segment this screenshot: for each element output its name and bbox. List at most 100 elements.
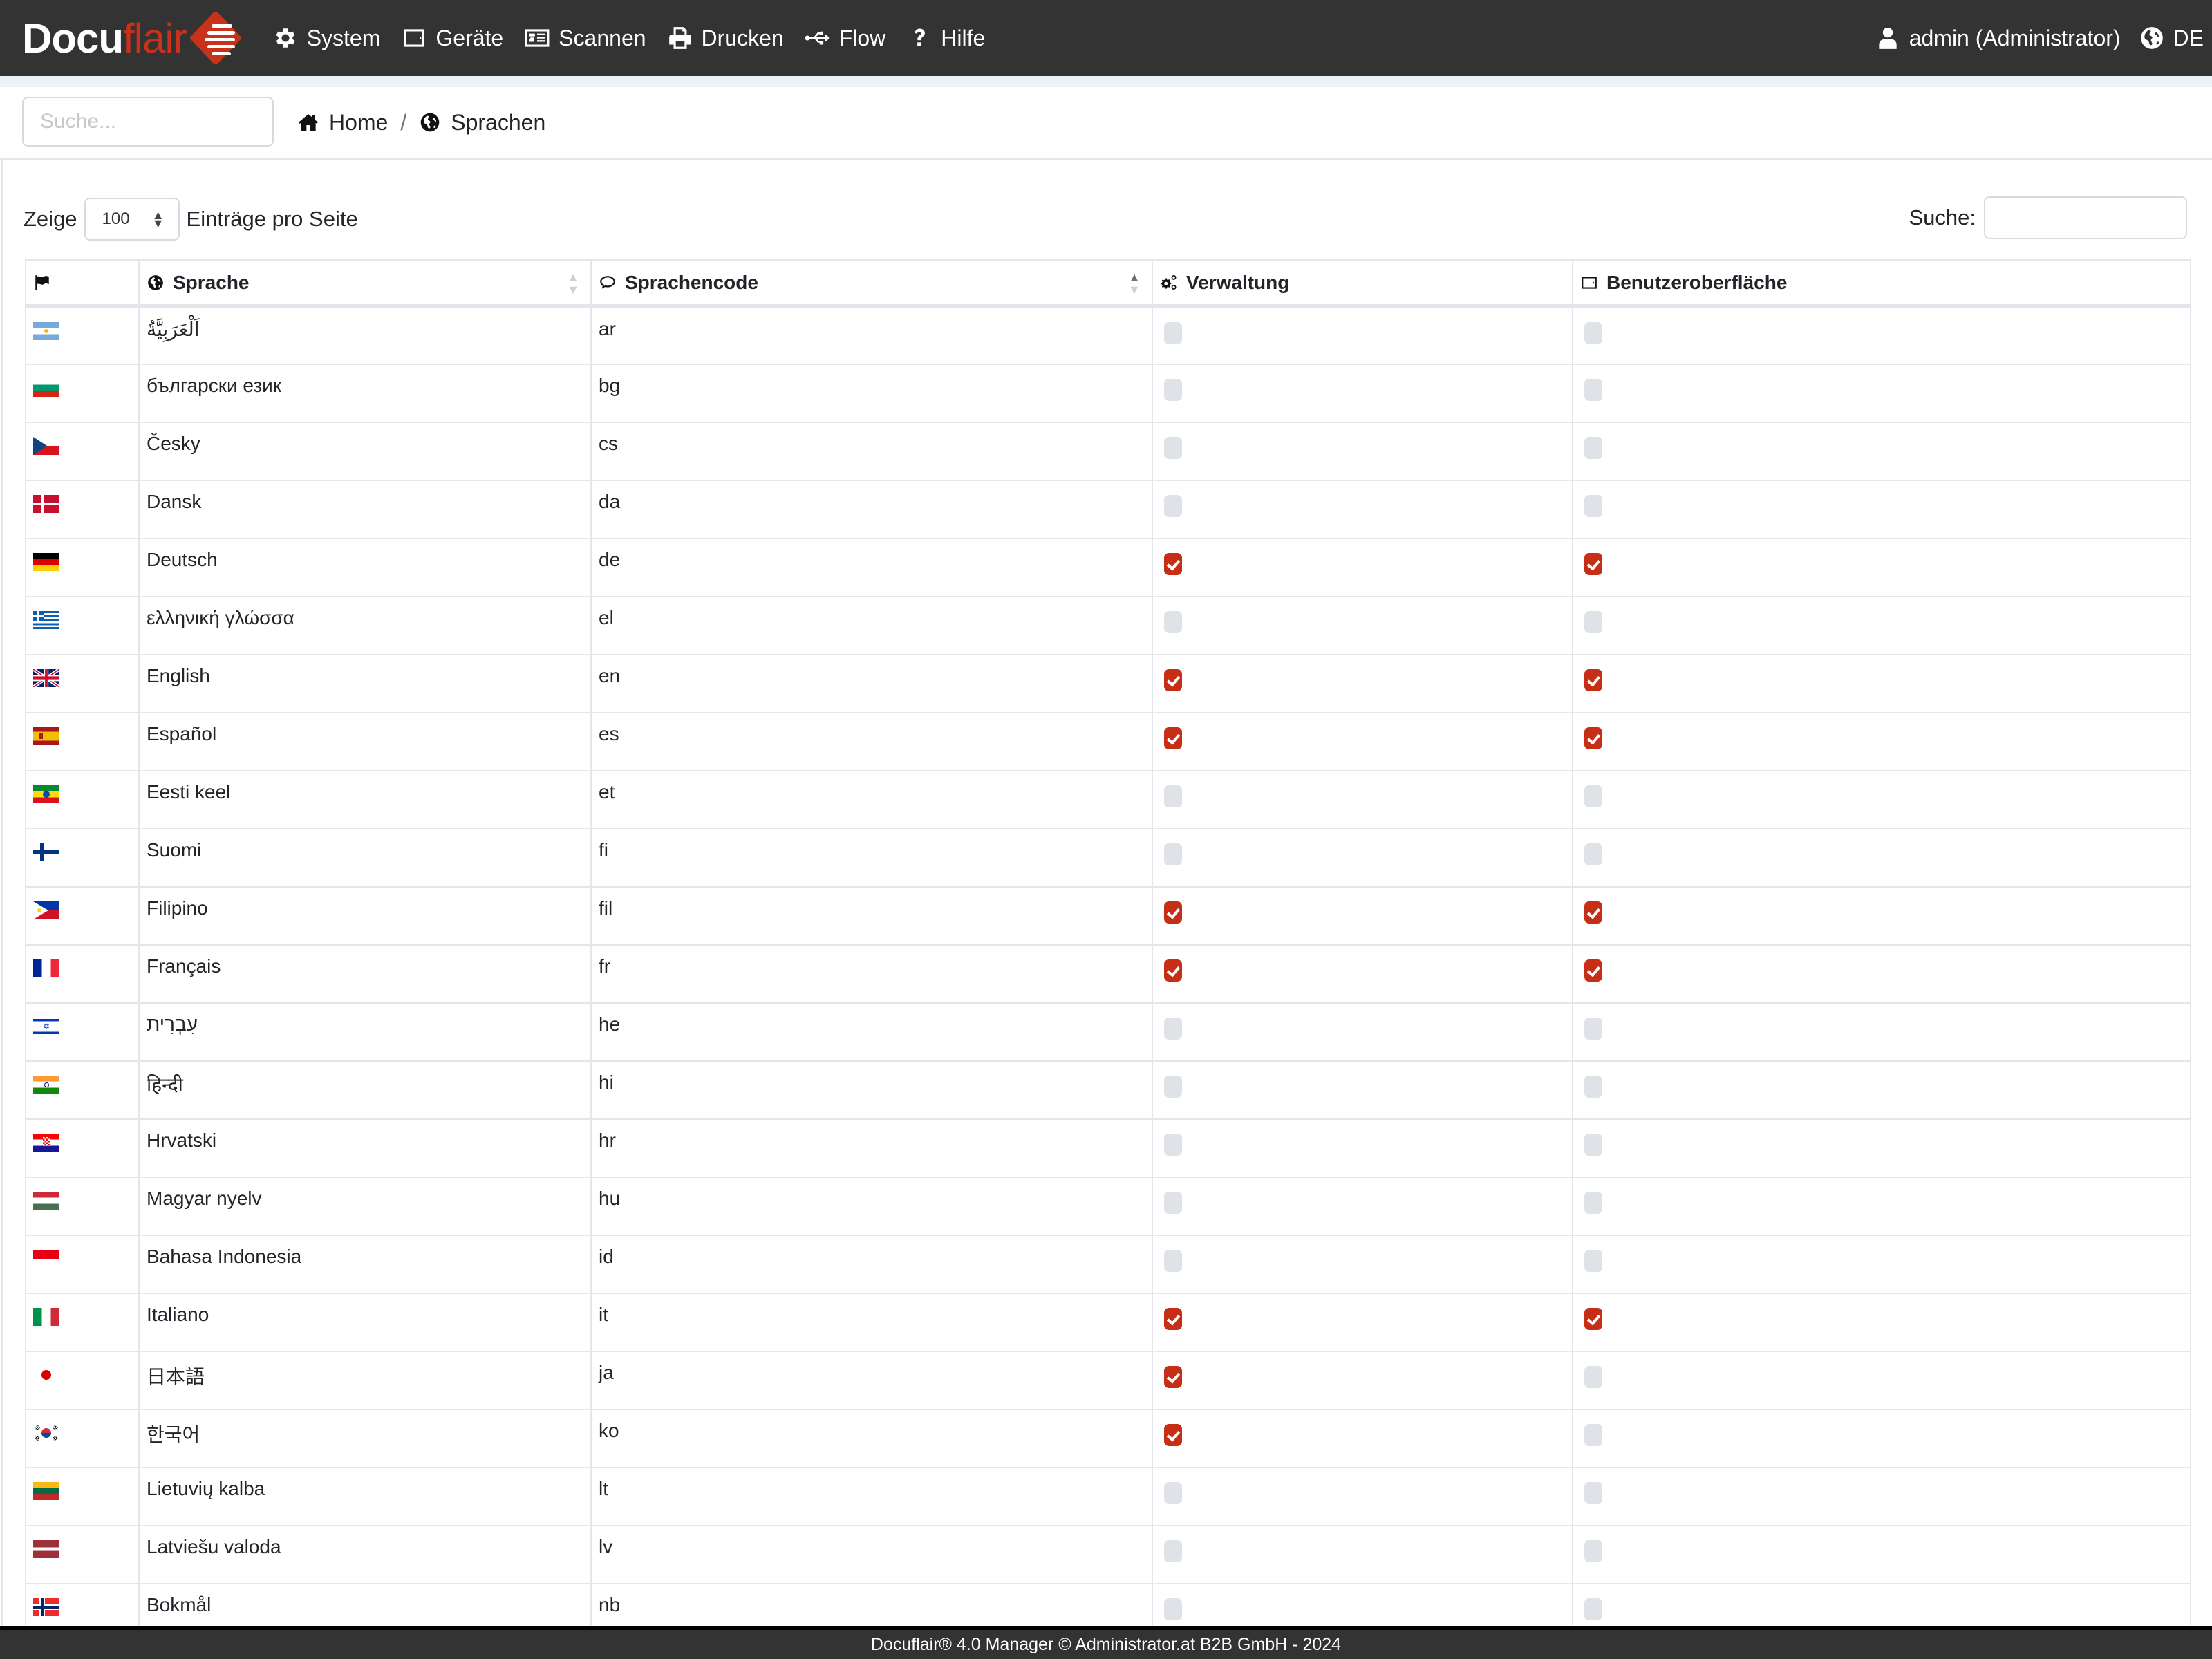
benutzeroberflaeche-checkbox[interactable] [1584,1366,1602,1388]
benutzeroberflaeche-checkbox[interactable] [1584,1192,1602,1214]
brand-name: Docuflair [22,15,187,62]
verwaltung-checkbox[interactable] [1164,669,1182,691]
column-header-flag [25,259,140,308]
benutzeroberflaeche-checkbox[interactable] [1584,843,1602,865]
benutzeroberflaeche-checkbox[interactable] [1584,1598,1602,1620]
benutzeroberflaeche-checkbox[interactable] [1584,1076,1602,1098]
benutzeroberflaeche-checkbox[interactable] [1584,785,1602,807]
verwaltung-checkbox[interactable] [1164,1134,1182,1156]
page-length-select[interactable]: 100 ▲ ▼ [84,198,180,241]
table-row: Suomi fi [25,828,2191,888]
user-icon [1879,27,1897,49]
globe-icon [2140,27,2163,49]
column-header-sprachencode[interactable]: Sprachencode ▲ ▼ [590,259,1153,308]
column-header-verwaltung: Verwaltung [1152,259,1573,308]
verwaltung-checkbox[interactable] [1164,727,1182,749]
language-code: nb [599,1594,621,1615]
breadcrumb-home[interactable]: Home [297,110,388,135]
verwaltung-checkbox[interactable] [1164,843,1182,865]
cell-verwaltung [1152,1002,1573,1062]
benutzeroberflaeche-checkbox[interactable] [1584,669,1602,691]
global-search-input[interactable] [22,97,274,147]
benutzeroberflaeche-checkbox[interactable] [1584,611,1602,633]
cell-verwaltung [1152,364,1573,423]
cell-flag [25,654,140,713]
nav-flow[interactable]: Flow [805,25,886,51]
cell-flag: ✡ [25,1002,140,1062]
flag-gb-icon [33,669,59,687]
cell-language-code: bg [590,364,1153,423]
verwaltung-checkbox[interactable] [1164,1308,1182,1330]
verwaltung-checkbox[interactable] [1164,1540,1182,1562]
verwaltung-checkbox[interactable] [1164,959,1182,982]
cell-flag [25,1583,140,1626]
benutzeroberflaeche-checkbox[interactable] [1584,495,1602,517]
verwaltung-checkbox[interactable] [1164,901,1182,924]
table-search-input[interactable] [1984,196,2187,239]
benutzeroberflaeche-checkbox[interactable] [1584,1540,1602,1562]
benutzeroberflaeche-checkbox[interactable] [1584,1134,1602,1156]
language-code: el [599,607,614,628]
verwaltung-checkbox[interactable] [1164,1482,1182,1504]
table-row: اَلْعَرَبِيَّةُ ar [25,306,2191,365]
page-footer: Docuflair® 4.0 Manager © Administrator.a… [0,1626,2212,1659]
cell-benutzeroberflaeche [1572,1002,2191,1062]
benutzeroberflaeche-checkbox[interactable] [1584,437,1602,459]
languages-table-body: اَلْعَرَبِيَّةُ ar български език bg Česky cs… [25,306,2191,1626]
cell-language-code: en [590,654,1153,713]
cell-language-name: Italiano [138,1293,592,1352]
brand-logo[interactable]: Docuflair [22,0,242,76]
language-name: Suomi [147,839,202,861]
language-menu[interactable]: DE [2139,25,2204,51]
cell-benutzeroberflaeche [1572,712,2191,771]
nav-hilfe-label: Hilfe [941,25,986,50]
flag-lv-icon [33,1540,59,1558]
verwaltung-checkbox[interactable] [1164,1018,1182,1040]
table-row: Eesti keel et [25,770,2191,830]
benutzeroberflaeche-checkbox[interactable] [1584,379,1602,401]
verwaltung-checkbox[interactable] [1164,1076,1182,1098]
benutzeroberflaeche-checkbox[interactable] [1584,1250,1602,1272]
language-name: Dansk [147,491,202,512]
nav-flow-label: Flow [838,25,886,50]
cell-language-code: fil [590,886,1153,946]
nav-hilfe[interactable]: Hilfe [906,25,985,51]
verwaltung-checkbox[interactable] [1164,1424,1182,1446]
nav-system[interactable]: System [272,25,380,51]
benutzeroberflaeche-checkbox[interactable] [1584,322,1602,344]
verwaltung-checkbox[interactable] [1164,1192,1182,1214]
nav-geraete[interactable]: Geräte [401,25,503,51]
language-name: български език [147,375,282,396]
verwaltung-checkbox[interactable] [1164,785,1182,807]
nav-scannen[interactable]: Scannen [524,25,646,51]
column-header-sprache[interactable]: Sprache ▲ ▼ [138,259,592,308]
cell-language-name: Česky [138,422,592,481]
benutzeroberflaeche-checkbox[interactable] [1584,1424,1602,1446]
verwaltung-checkbox[interactable] [1164,379,1182,401]
verwaltung-checkbox[interactable] [1164,611,1182,633]
benutzeroberflaeche-checkbox[interactable] [1584,1308,1602,1330]
language-name: Bokmål [147,1594,212,1615]
verwaltung-checkbox[interactable] [1164,437,1182,459]
verwaltung-checkbox[interactable] [1164,1250,1182,1272]
benutzeroberflaeche-checkbox[interactable] [1584,553,1602,575]
benutzeroberflaeche-checkbox[interactable] [1584,959,1602,982]
cell-benutzeroberflaeche [1572,1583,2191,1626]
nav-drucken[interactable]: Drucken [667,25,784,51]
cell-benutzeroberflaeche [1572,1177,2191,1236]
benutzeroberflaeche-checkbox[interactable] [1584,901,1602,924]
benutzeroberflaeche-checkbox[interactable] [1584,727,1602,749]
benutzeroberflaeche-checkbox[interactable] [1584,1482,1602,1504]
flag-in-icon [33,1076,59,1094]
verwaltung-checkbox[interactable] [1164,322,1182,344]
cell-language-name: Eesti keel [138,770,592,830]
verwaltung-checkbox[interactable] [1164,1598,1182,1620]
language-code: he [599,1013,621,1035]
user-menu[interactable]: admin (Administrator) [1875,25,2121,51]
verwaltung-checkbox[interactable] [1164,1366,1182,1388]
verwaltung-checkbox[interactable] [1164,495,1182,517]
languages-table: Sprache ▲ ▼ Sprachencode ▲ ▼ Verwaltung Be… [25,259,2191,1626]
language-code: ko [599,1420,619,1441]
benutzeroberflaeche-checkbox[interactable] [1584,1018,1602,1040]
verwaltung-checkbox[interactable] [1164,553,1182,575]
